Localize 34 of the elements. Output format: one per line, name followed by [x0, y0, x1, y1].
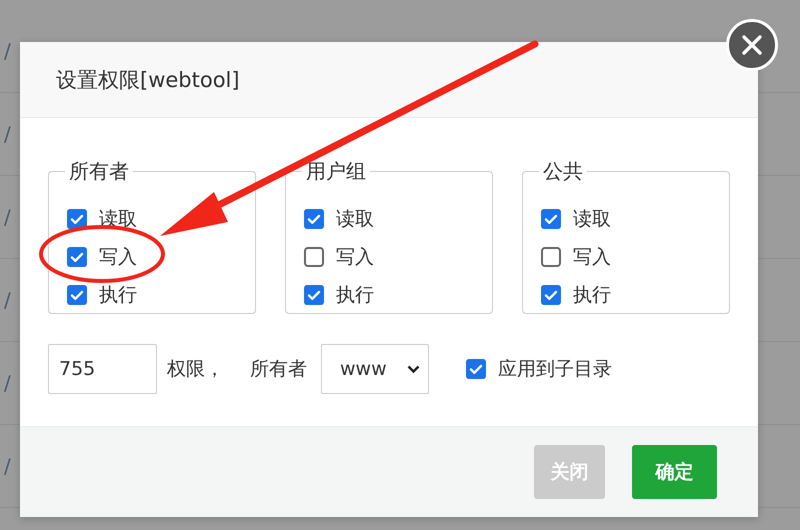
permission-field[interactable]: 755	[48, 344, 157, 394]
permission-label: 权限，	[167, 357, 224, 382]
checkbox-label: 执行	[573, 283, 611, 308]
checkbox-label: 写入	[336, 245, 374, 270]
group-legend: 用户组	[302, 158, 370, 185]
path-text: /	[4, 454, 11, 478]
path-text: /	[4, 122, 11, 146]
checkbox[interactable]	[67, 209, 87, 229]
checkbox-label: 写入	[99, 245, 137, 270]
checkbox[interactable]	[541, 247, 561, 267]
path-text: /	[4, 39, 11, 63]
checkbox-label: 读取	[336, 207, 374, 232]
checkbox[interactable]	[541, 209, 561, 229]
owner-label: 所有者	[250, 357, 307, 382]
checkbox[interactable]	[67, 247, 87, 267]
checkbox[interactable]	[67, 285, 87, 305]
group-legend: 公共	[539, 158, 587, 185]
checkbox-label: 执行	[99, 283, 137, 308]
owner-select[interactable]: www	[321, 344, 429, 394]
path-text: /	[4, 288, 11, 312]
checkbox[interactable]	[304, 285, 324, 305]
group-legend: 所有者	[65, 158, 133, 185]
path-text: /	[4, 205, 11, 229]
checkbox[interactable]	[304, 209, 324, 229]
checkbox-label: 应用到子目录	[498, 357, 612, 382]
dialog-title: 设置权限[webtool]	[56, 66, 240, 94]
checkbox[interactable]	[541, 285, 561, 305]
checkbox[interactable]	[304, 247, 324, 267]
checkbox-label: 读取	[573, 207, 611, 232]
path-text: /	[4, 371, 11, 395]
checkbox-label: 写入	[573, 245, 611, 270]
checkbox-label: 执行	[336, 283, 374, 308]
chevron-down-icon	[407, 364, 420, 374]
checkbox[interactable]	[466, 359, 486, 379]
